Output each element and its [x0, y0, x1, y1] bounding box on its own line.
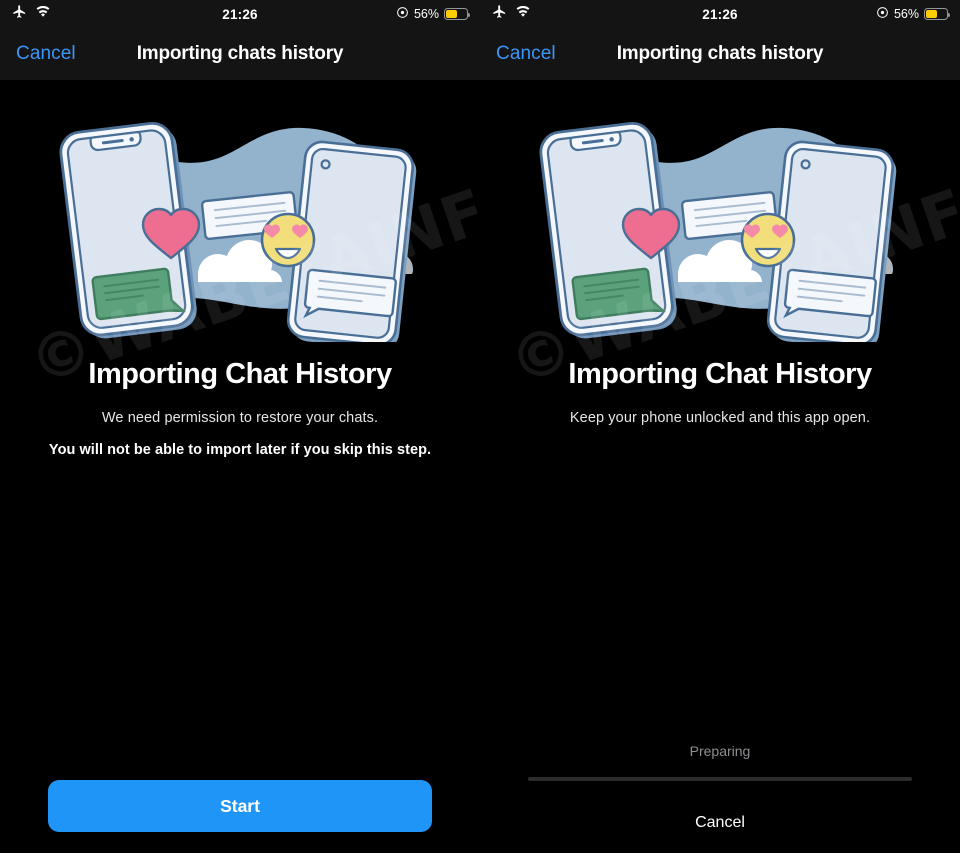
nav-cancel-button[interactable]: Cancel: [496, 43, 556, 65]
bottom-action-area: Start: [0, 780, 480, 853]
emoji-heart-eyes: [260, 212, 316, 268]
status-bar-right-icons: 56%: [876, 6, 951, 22]
emoji-heart-eyes: [740, 212, 796, 268]
panel-copy: Importing Chat History We need permissio…: [0, 358, 480, 458]
battery-icon: [924, 8, 951, 20]
chat-transfer-illustration: [480, 92, 960, 342]
low-power-icon: [876, 6, 889, 22]
panel-heading: Importing Chat History: [568, 358, 872, 390]
chat-transfer-illustration: [0, 92, 480, 342]
status-bar: 21:26 56%: [480, 0, 960, 28]
panel-permission: 21:26 56% Cancel Importing chats history…: [0, 0, 480, 853]
progress-status-label: Preparing: [689, 743, 751, 759]
progress-bar: [528, 777, 912, 781]
battery-percent-label: 56%: [893, 7, 919, 21]
panel-subtitle: Keep your phone unlocked and this app op…: [569, 410, 871, 426]
panel-warning: You will not be able to import later if …: [48, 442, 432, 458]
cancel-import-button[interactable]: Cancel: [528, 814, 912, 832]
screenshot-pair: 21:26 56% Cancel Importing chats history…: [0, 0, 960, 853]
panel-subtitle: We need permission to restore your chats…: [101, 410, 379, 426]
battery-percent-label: 56%: [413, 7, 439, 21]
status-bar: 21:26 56%: [0, 0, 480, 28]
status-bar-right-icons: 56%: [396, 6, 471, 22]
start-button[interactable]: Start: [48, 780, 432, 832]
panel-progress: 21:26 56% Cancel Importing chats history…: [480, 0, 960, 853]
progress-area: Preparing Cancel: [480, 743, 960, 853]
panel-heading: Importing Chat History: [88, 358, 392, 390]
navigation-bar: Cancel Importing chats history: [0, 28, 480, 80]
panel-copy: Importing Chat History Keep your phone u…: [480, 358, 960, 426]
navigation-bar: Cancel Importing chats history: [480, 28, 960, 80]
battery-icon: [444, 8, 471, 20]
nav-cancel-button[interactable]: Cancel: [16, 43, 76, 65]
low-power-icon: [396, 6, 409, 22]
